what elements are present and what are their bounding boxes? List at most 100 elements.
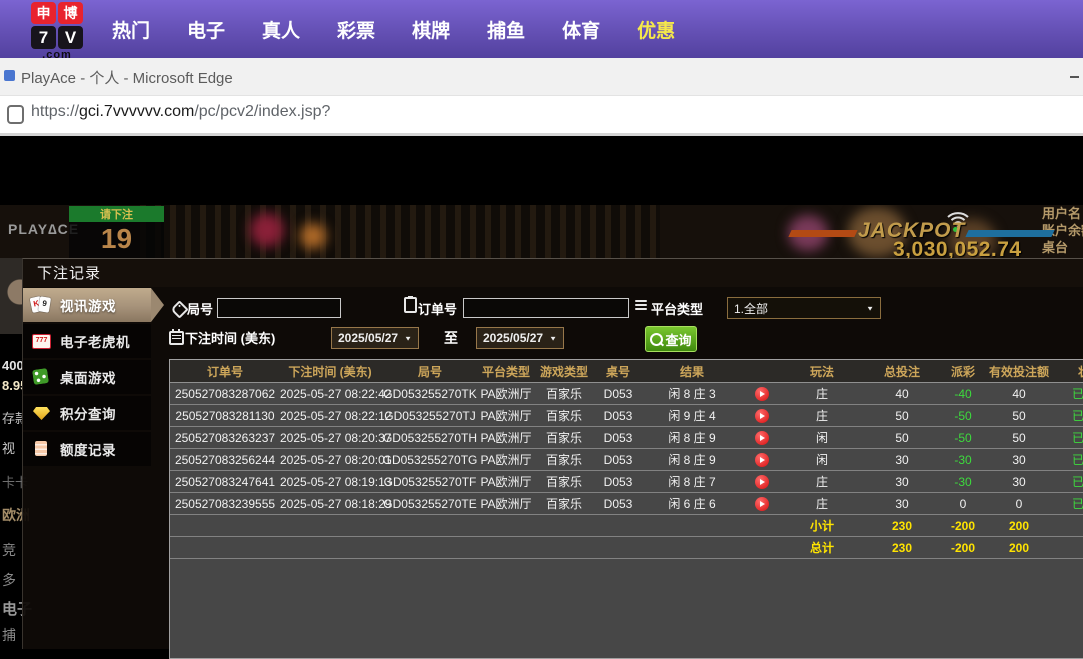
cell-time: 2025-05-27 08:20:37 <box>280 430 392 445</box>
platform-type-value: 1.全部 <box>734 301 769 316</box>
cell-play: 闲 <box>815 431 828 445</box>
grand-total-valid: 200 <box>1008 540 1030 555</box>
banner-blob <box>300 223 326 249</box>
page-background <box>0 135 1083 205</box>
sidebar-item-视讯游戏[interactable]: K 9 视讯游戏 <box>23 288 164 322</box>
replay-cell <box>744 386 780 401</box>
nav-item-体育[interactable]: 体育 <box>562 16 600 43</box>
cell-result: 闲 8 庄 7 <box>668 475 716 489</box>
replay-cell <box>744 496 780 511</box>
playing-cards-icon: K9 <box>29 296 53 314</box>
url-text[interactable]: https://gci.7vvvvvv.com/pc/pcv2/index.js… <box>31 103 330 121</box>
cell-total: 30 <box>895 452 909 467</box>
search-button[interactable]: 查询 <box>645 326 697 352</box>
cell-order: 250527083256244 <box>174 452 276 467</box>
grand-total-total: 230 <box>891 540 913 555</box>
column-header: 下注时间 (美东) <box>288 364 372 379</box>
sidebar-item-label: 视讯游戏 <box>60 299 116 314</box>
cell-platform: PA欧洲厅 <box>480 453 532 467</box>
cell-table: D053 <box>603 496 633 511</box>
slot-machine-icon: 777 <box>31 332 53 350</box>
replay-button[interactable] <box>755 430 769 445</box>
replay-cell <box>744 430 780 445</box>
sidebar-item-积分查询[interactable]: 积分查询 <box>23 396 151 430</box>
nav-item-热门[interactable]: 热门 <box>112 16 150 43</box>
jackpot-swoosh <box>965 230 1055 237</box>
round-number-label: 局号 <box>187 302 214 317</box>
logo-com-label: .com <box>42 49 72 61</box>
site-info-icon[interactable] <box>7 105 24 124</box>
cell-valid: 30 <box>1012 474 1026 489</box>
cell-round: GD053255270TK <box>383 386 477 401</box>
cell-game: 百家乐 <box>545 475 582 489</box>
sidebar-item-电子老虎机[interactable]: 777 电子老虎机 <box>23 324 151 358</box>
search-button-label: 查询 <box>665 332 692 348</box>
cell-order: 250527083281130 <box>175 408 275 423</box>
cell-play: 闲 <box>815 453 828 467</box>
bet-records-table: 订单号 下注时间 (美东) 局号 平台类型游戏类型 桌号 结果 玩法 总投注 派彩有效投注额状态… <box>169 359 1083 659</box>
replay-button[interactable] <box>755 474 769 489</box>
round-number-input[interactable] <box>217 298 341 318</box>
grand-total-payout: -200 <box>950 540 976 555</box>
cell-total: 50 <box>895 408 909 423</box>
cell-platform: PA欧洲厅 <box>480 497 532 511</box>
date-from-select[interactable]: 2025/05/27 ▼ <box>331 327 419 349</box>
cell-platform: PA欧洲厅 <box>480 431 532 445</box>
replay-button[interactable] <box>755 386 769 401</box>
cell-valid: 0 <box>1015 496 1023 511</box>
cell-game: 百家乐 <box>545 431 582 445</box>
chevron-down-icon: ▼ <box>549 334 557 342</box>
sidebar-item-label: 积分查询 <box>60 407 116 422</box>
cell-total: 30 <box>895 496 909 511</box>
chevron-down-icon: ▼ <box>404 334 412 342</box>
table-row: 250527083247641 2025-05-27 08:19:13 GD0532… <box>170 471 1083 493</box>
nav-item-真人[interactable]: 真人 <box>262 16 300 43</box>
cell-payout: -50 <box>954 430 972 445</box>
bet-time-label: 下注时间 (美东) <box>185 331 276 346</box>
column-header: 玩法 <box>809 364 834 379</box>
tag-icon <box>170 300 189 319</box>
browser-url-bar[interactable]: https://gci.7vvvvvv.com/pc/pcv2/index.js… <box>0 95 1083 136</box>
cell-result: 闲 6 庄 6 <box>668 497 716 511</box>
date-to-select[interactable]: 2025/05/27 ▼ <box>476 327 564 349</box>
site-logo[interactable]: 申 博 7 V .com <box>28 2 86 61</box>
date-to-separator: 至 <box>444 330 458 346</box>
sidebar-item-桌面游戏[interactable]: 桌面游戏 <box>23 360 151 394</box>
subtotal-label: 小计 <box>809 519 834 533</box>
column-header: 游戏类型 <box>539 364 588 379</box>
sidebar-item-额度记录[interactable]: 额度记录 <box>23 432 151 466</box>
table-subtotal-row: 小计 230 -200 200 <box>170 515 1083 537</box>
cell-round: GD053255270TJ <box>384 408 476 423</box>
cell-game: 百家乐 <box>545 387 582 401</box>
cell-order: 250527083287062 <box>174 386 276 401</box>
replay-button[interactable] <box>755 496 769 511</box>
replay-button[interactable] <box>755 452 769 467</box>
cell-platform: PA欧洲厅 <box>480 409 532 423</box>
cell-payout: -30 <box>954 452 972 467</box>
banner-backdrop <box>140 205 660 258</box>
table-row: 250527083263237 2025-05-27 08:20:37 GD0532… <box>170 427 1083 449</box>
nav-item-电子[interactable]: 电子 <box>187 16 225 43</box>
nav-item-彩票[interactable]: 彩票 <box>337 16 375 43</box>
browser-title-bar: PlayAce - 个人 - Microsoft Edge <box>0 58 1083 95</box>
cell-time: 2025-05-27 08:22:12 <box>280 408 392 423</box>
column-header: 有效投注额 <box>988 364 1049 379</box>
site-nav: 热门 电子 真人 彩票 棋牌 捕鱼 体育 优惠 <box>112 0 675 58</box>
calendar-icon <box>169 329 184 345</box>
cell-valid: 50 <box>1012 408 1026 423</box>
platform-type-select[interactable]: 1.全部 ▼ <box>727 297 881 319</box>
order-number-input[interactable] <box>463 298 629 318</box>
sidebar-item-label: 额度记录 <box>60 443 116 458</box>
column-header: 总投注 <box>883 364 920 379</box>
minimize-button[interactable] <box>1070 76 1079 78</box>
replay-button[interactable] <box>755 408 769 423</box>
cell-time: 2025-05-27 08:22:42 <box>280 386 392 401</box>
cell-result: 闲 8 庄 9 <box>668 431 716 445</box>
cell-valid: 40 <box>1012 386 1026 401</box>
nav-item-棋牌[interactable]: 棋牌 <box>412 16 450 43</box>
url-scheme: https:// <box>31 103 80 120</box>
nav-item-捕鱼[interactable]: 捕鱼 <box>487 16 525 43</box>
nav-item-优惠[interactable]: 优惠 <box>637 16 675 43</box>
cell-table: D053 <box>603 386 633 401</box>
account-label: 桌台 <box>1042 240 1069 255</box>
